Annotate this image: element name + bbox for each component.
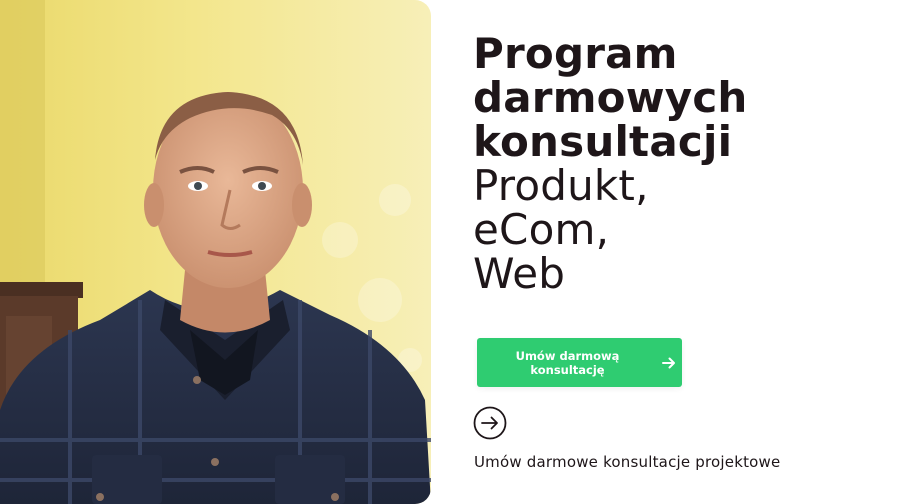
hero-title-line: konsultacji: [473, 117, 733, 166]
hero-title: Program darmowych konsultacji Produkt, e…: [473, 32, 873, 296]
hero-subtitle-line: eCom,: [473, 205, 610, 254]
hero-title-line: Program: [473, 29, 678, 78]
circle-arrow-right-icon[interactable]: [473, 406, 507, 440]
hero-subtitle-line: Web: [473, 249, 566, 298]
arrow-right-icon: [662, 357, 676, 369]
hero-subtitle-line: Produkt,: [473, 161, 649, 210]
consultation-caption: Umów darmowe konsultacje projektowe: [474, 453, 781, 471]
book-consultation-button[interactable]: Umów darmową konsultację: [477, 338, 682, 387]
presenter-video[interactable]: [0, 0, 431, 504]
page: Program darmowych konsultacji Produkt, e…: [0, 0, 900, 504]
hero-title-line: darmowych: [473, 73, 748, 122]
book-consultation-label: Umów darmową konsultację: [515, 348, 620, 377]
